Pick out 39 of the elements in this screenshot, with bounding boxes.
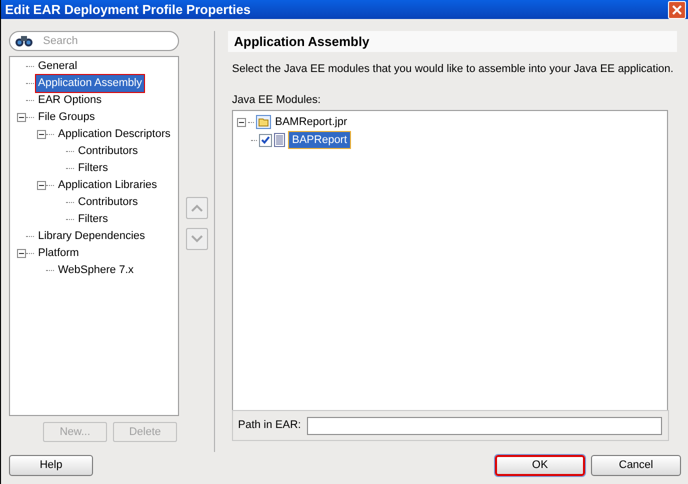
module-item[interactable]: BAMReport.jpr (275, 114, 348, 130)
tree-item[interactable]: Filters (76, 211, 110, 228)
window-title: Edit EAR Deployment Profile Properties (5, 0, 251, 19)
path-field[interactable] (306, 416, 662, 434)
collapse-icon[interactable] (36, 181, 46, 190)
check-icon (261, 136, 270, 144)
search-field[interactable]: Search (9, 31, 179, 51)
dialog-button[interactable]: OK (495, 454, 585, 476)
tree-item[interactable]: Library Dependencies (36, 228, 148, 245)
dialog-button[interactable]: Cancel (591, 454, 681, 476)
tree-item[interactable]: Application Libraries (56, 177, 160, 194)
tree-item[interactable]: EAR Options (36, 92, 104, 109)
tree-item[interactable]: Contributors (76, 194, 140, 211)
folder-icon (256, 115, 271, 129)
modules-label: Java EE Modules: (231, 92, 322, 108)
chevron-down-icon (190, 235, 202, 243)
document-icon (274, 133, 285, 147)
tree-item[interactable]: Platform (36, 245, 81, 262)
module-item[interactable]: BAPReport (288, 130, 352, 150)
tree-item[interactable]: General (36, 58, 80, 75)
chevron-up-icon (190, 204, 202, 212)
collapse-icon[interactable] (36, 130, 46, 139)
tree-item[interactable]: WebSphere 7.x (56, 262, 136, 279)
checkbox[interactable] (259, 134, 272, 146)
tree-item[interactable]: Application Descriptors (56, 126, 172, 143)
close-button[interactable] (668, 0, 686, 18)
binoculars-icon (15, 35, 33, 47)
panel-title: Application Assembly (234, 32, 370, 51)
tree-item[interactable]: Application Assembly (36, 75, 144, 92)
collapse-icon[interactable] (16, 113, 26, 122)
collapse-icon[interactable] (237, 118, 246, 126)
path-label: Path in EAR: (238, 418, 301, 434)
dialog-button[interactable]: Help (9, 454, 93, 476)
tree-item[interactable]: Contributors (76, 143, 140, 160)
panel-description: Select the Java EE modules that you would like to assemble into your Java EE application. (231, 62, 674, 77)
close-icon (672, 4, 682, 14)
tree-item[interactable]: Filters (76, 160, 110, 177)
tree-item[interactable]: File Groups (36, 109, 97, 126)
collapse-icon[interactable] (16, 249, 26, 258)
